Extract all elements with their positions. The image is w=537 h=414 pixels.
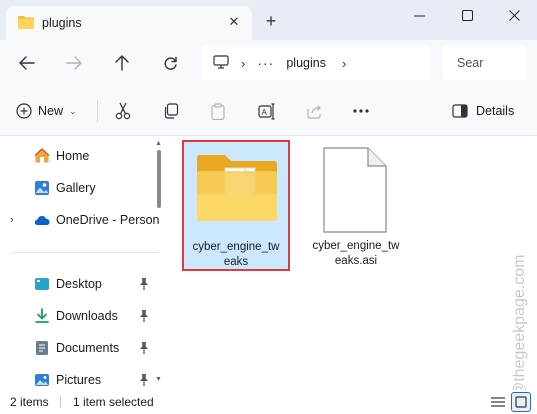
file-name: cyber_engine_tw eaks.asi: [310, 239, 402, 269]
sidebar-item-label: Home: [56, 149, 90, 163]
arrow-up-icon: [115, 55, 129, 71]
scroll-down-arrow[interactable]: ▼: [155, 376, 162, 383]
pin-icon: [140, 374, 148, 386]
chevron-down-icon: ⌄: [69, 105, 77, 116]
selection-count: 1 item selected: [73, 395, 154, 409]
chevron-right-icon[interactable]: ›: [342, 56, 346, 71]
sidebar-divider: [12, 252, 158, 253]
address-bar[interactable]: › ··· plugins ›: [201, 46, 431, 80]
tab-plugins[interactable]: plugins ✕: [6, 6, 252, 40]
sidebar-item-label: OneDrive - Person: [56, 213, 160, 227]
chevron-right-icon[interactable]: ›: [241, 56, 245, 71]
downloads-icon: [35, 308, 49, 323]
search-input[interactable]: Sear: [443, 46, 527, 80]
folder-icon: [197, 155, 277, 221]
file-name-line: cyber_engine_tw: [192, 241, 280, 253]
gallery-icon: [35, 181, 49, 195]
sidebar-item-label: Downloads: [56, 309, 118, 323]
file-name-line: eaks: [223, 256, 249, 268]
sidebar-item-documents[interactable]: Documents: [0, 335, 160, 361]
minimize-button[interactable]: [396, 0, 442, 30]
pin-icon: [140, 278, 148, 290]
sidebar-item-desktop[interactable]: Desktop: [0, 271, 160, 297]
navigation-bar: › ··· plugins › Sear: [0, 40, 537, 86]
close-tab-icon[interactable]: ✕: [226, 14, 242, 30]
status-divider: [60, 396, 61, 408]
toolbar-divider: [97, 100, 98, 122]
rename-button[interactable]: A: [258, 100, 276, 122]
sidebar-item-onedrive[interactable]: › OneDrive - Person: [0, 207, 160, 233]
status-bar: 2 items 1 item selected: [0, 390, 537, 414]
arrow-right-icon: [66, 56, 82, 70]
details-button[interactable]: Details: [452, 100, 514, 122]
details-view-button[interactable]: [488, 392, 508, 412]
large-icons-view-button[interactable]: [511, 392, 531, 412]
sidebar-item-label: Documents: [56, 341, 120, 355]
new-button[interactable]: New ⌄: [16, 100, 77, 122]
ellipsis-icon: [353, 109, 369, 113]
sidebar-item-home[interactable]: Home: [0, 143, 160, 169]
refresh-button[interactable]: [157, 50, 183, 76]
forward-button[interactable]: [61, 50, 87, 76]
file-item-asi[interactable]: cyber_engine_tw eaks.asi: [310, 147, 402, 277]
tiles-view-icon: [515, 396, 527, 408]
details-pane-icon: [452, 104, 468, 118]
more-options-button[interactable]: [353, 100, 369, 122]
close-window-button[interactable]: [491, 0, 537, 30]
svg-text:A: A: [262, 108, 268, 117]
folder-icon: [18, 15, 34, 32]
desktop-icon: [35, 278, 49, 290]
file-list: cyber_engine_tw eaks cyber_engine_tw eak…: [167, 137, 537, 390]
sidebar-item-label: Pictures: [56, 373, 102, 387]
sidebar-item-downloads[interactable]: Downloads: [0, 303, 160, 329]
pictures-icon: [35, 374, 49, 386]
plus-circle-icon: [16, 103, 32, 119]
clipboard-icon: [211, 102, 225, 120]
maximize-button[interactable]: [444, 0, 490, 30]
details-button-label: Details: [476, 104, 515, 118]
breadcrumb-current[interactable]: plugins: [286, 56, 326, 70]
new-button-label: New: [38, 104, 64, 118]
rename-icon: A: [258, 102, 275, 120]
new-tab-button[interactable]: +: [262, 12, 280, 30]
onedrive-icon: [34, 216, 50, 225]
list-view-icon: [491, 397, 505, 407]
sidebar-item-pictures[interactable]: Pictures: [0, 367, 160, 390]
home-icon: [34, 148, 50, 163]
tab-title: plugins: [42, 16, 82, 30]
svg-text:@thegeekpage.com: @thegeekpage.com: [511, 255, 528, 398]
paste-button[interactable]: [210, 100, 226, 122]
sidebar-item-label: Desktop: [56, 277, 102, 291]
file-name: cyber_engine_tw eaks: [184, 240, 288, 270]
blank-file-icon: [323, 147, 387, 233]
back-button[interactable]: [14, 50, 40, 76]
command-bar: New ⌄ A Details: [0, 86, 537, 136]
arrow-left-icon: [19, 56, 35, 70]
documents-icon: [36, 341, 48, 355]
breadcrumb-overflow[interactable]: ···: [257, 55, 274, 71]
copy-icon: [164, 103, 179, 119]
pin-icon: [140, 310, 148, 322]
watermark: @thegeekpage.com: [511, 255, 528, 398]
share-icon: [307, 105, 321, 119]
title-bar: plugins ✕ +: [0, 0, 537, 40]
file-name-line: cyber_engine_tw: [312, 240, 400, 252]
pin-icon: [140, 342, 148, 354]
sidebar-item-gallery[interactable]: Gallery: [0, 175, 160, 201]
copy-button[interactable]: [163, 100, 179, 122]
sidebar-item-label: Gallery: [56, 181, 96, 195]
item-count: 2 items: [10, 395, 49, 409]
share-button[interactable]: [306, 100, 322, 122]
file-item-folder[interactable]: cyber_engine_tw eaks: [182, 140, 290, 271]
refresh-icon: [164, 56, 177, 70]
this-pc-icon: [213, 54, 229, 72]
up-button[interactable]: [109, 50, 135, 76]
chevron-right-icon[interactable]: ›: [10, 214, 14, 226]
scissors-icon: [115, 102, 131, 120]
sidebar-scrollbar[interactable]: [157, 150, 161, 208]
scroll-up-arrow[interactable]: ▲: [155, 140, 162, 147]
file-name-line: eaks.asi: [334, 255, 378, 267]
cut-button[interactable]: [115, 100, 131, 122]
navigation-pane: Home Gallery › OneDrive - Person Desktop…: [0, 137, 165, 390]
